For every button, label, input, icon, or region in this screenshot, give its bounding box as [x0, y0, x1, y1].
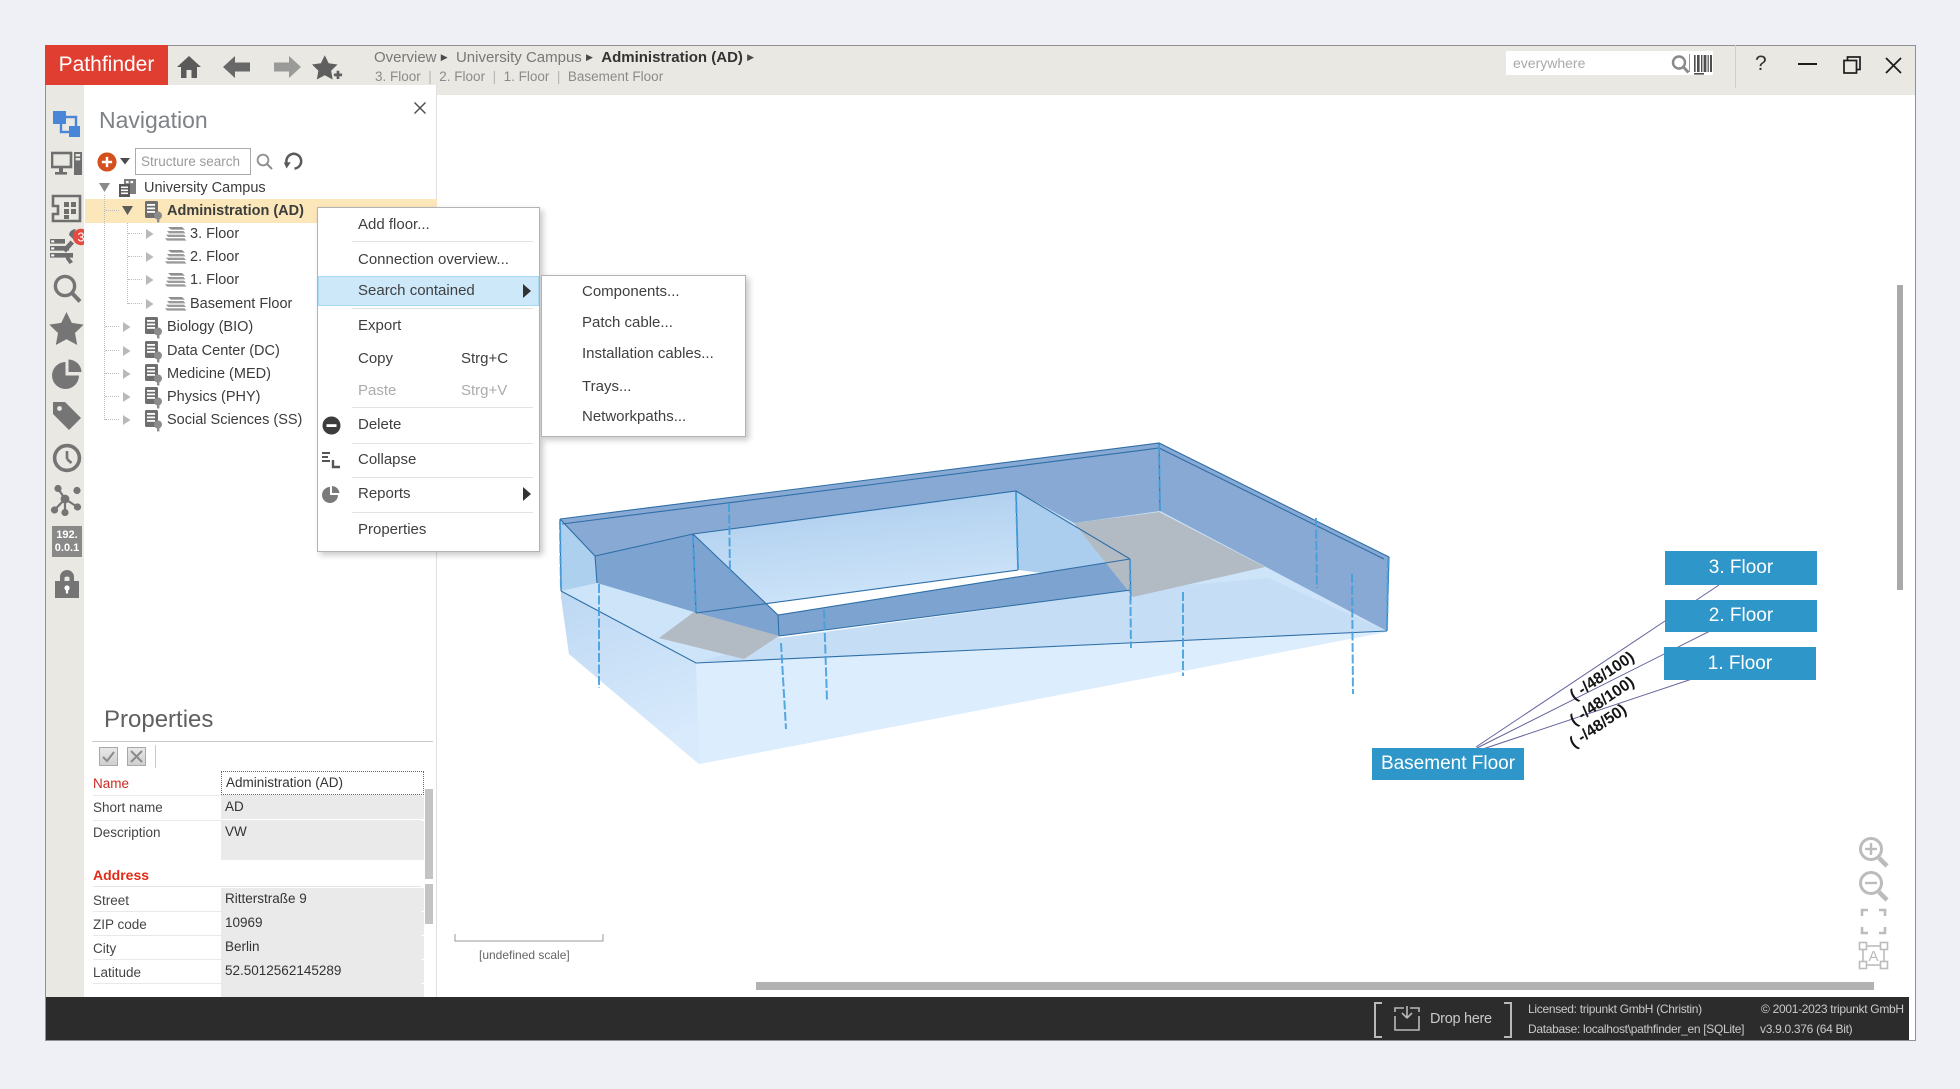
svg-text:A: A	[1868, 948, 1878, 965]
svg-text:[undefined scale]: [undefined scale]	[479, 948, 570, 962]
